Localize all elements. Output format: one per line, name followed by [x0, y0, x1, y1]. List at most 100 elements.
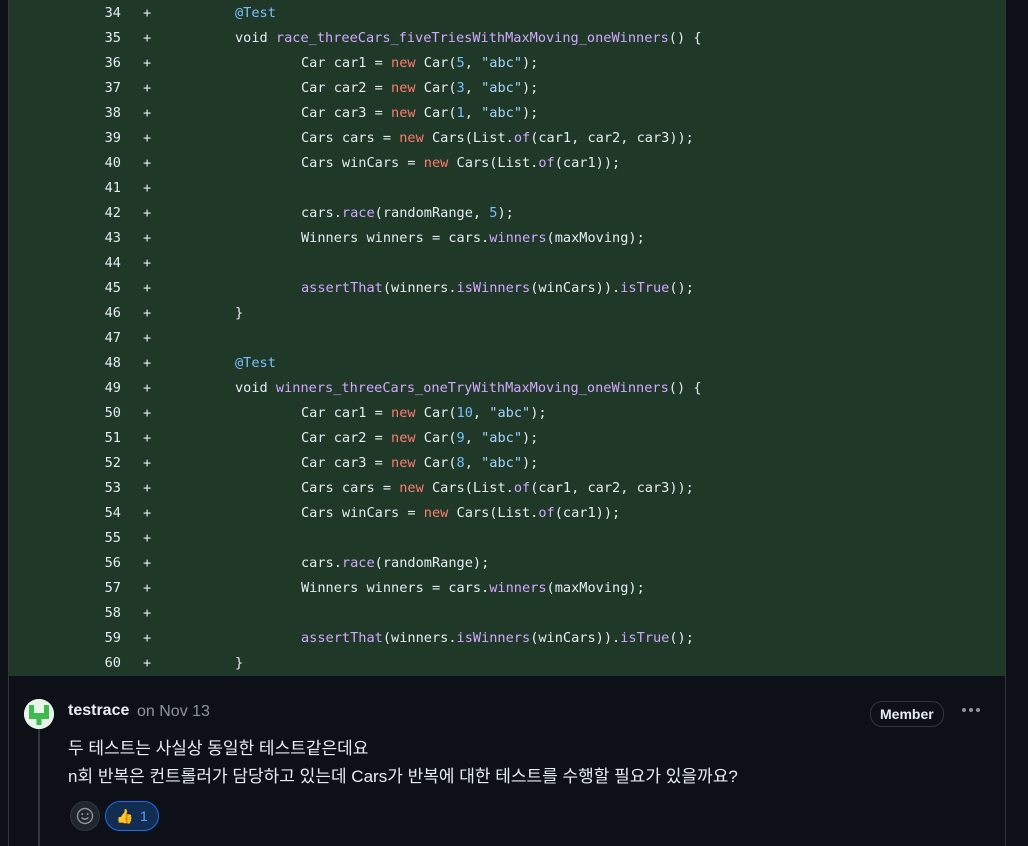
addition-marker: +	[143, 205, 152, 221]
addition-marker: +	[143, 605, 152, 621]
code-token: Car(	[415, 105, 457, 121]
diff-line[interactable]: 52 + Car car3 = new Car(8, "abc");	[9, 451, 1005, 476]
addition-marker: +	[143, 180, 152, 196]
line-number[interactable]: 34	[9, 1, 121, 26]
addition-marker: +	[143, 255, 152, 271]
diff-line[interactable]: 39 + Cars cars = new Cars(List.of(car1, ca…	[9, 126, 1005, 151]
line-number[interactable]: 54	[9, 501, 121, 526]
code-text: @Test	[235, 1, 276, 26]
line-number[interactable]: 39	[9, 126, 121, 151]
diff-line[interactable]: 44 +	[9, 251, 1005, 276]
code-token: new	[391, 105, 416, 121]
code-text: assertThat(winners.isWinners(winCars)).i…	[301, 626, 694, 651]
diff-line[interactable]: 34 + @Test	[9, 1, 1005, 26]
diff-line[interactable]: 45 + assertThat(winners.isWinners(winCars)…	[9, 276, 1005, 301]
diff-line[interactable]: 37 + Car car2 = new Car(3, "abc");	[9, 76, 1005, 101]
review-comment: testrace on Nov 13 Member 두 테스트는 사실상 동일한…	[8, 676, 1006, 846]
addition-marker: +	[143, 580, 152, 596]
code-text: void race_threeCars_fiveTriesWithMaxMovi…	[235, 26, 702, 51]
code-token: Winners winners = cars.	[301, 230, 490, 246]
line-number[interactable]: 42	[9, 201, 121, 226]
diff-line[interactable]: 41 +	[9, 176, 1005, 201]
diff-line[interactable]: 50 + Car car1 = new Car(10, "abc");	[9, 401, 1005, 426]
diff-line[interactable]: 49 + void winners_threeCars_oneTryWithMaxM…	[9, 376, 1005, 401]
diff-line[interactable]: 40 + Cars winCars = new Cars(List.of(car1)…	[9, 151, 1005, 176]
line-number[interactable]: 38	[9, 101, 121, 126]
code-token: ();	[669, 280, 694, 296]
avatar[interactable]	[24, 699, 54, 729]
line-number[interactable]: 43	[9, 226, 121, 251]
addition-marker: +	[143, 430, 152, 446]
diff-line[interactable]: 60 +}	[9, 651, 1005, 676]
code-text: Winners winners = cars.winners(maxMoving…	[301, 226, 645, 251]
addition-marker: +	[143, 305, 152, 321]
code-token: assertThat	[301, 630, 383, 646]
line-number[interactable]: 60	[9, 651, 121, 676]
code-token: new	[391, 80, 416, 96]
addition-marker: +	[143, 505, 152, 521]
diff-line[interactable]: 47 +	[9, 326, 1005, 351]
diff-line[interactable]: 57 + Winners winners = cars.winners(maxMov…	[9, 576, 1005, 601]
line-number[interactable]: 44	[9, 251, 121, 276]
diff-line[interactable]: 42 + cars.race(randomRange, 5);	[9, 201, 1005, 226]
line-number[interactable]: 58	[9, 601, 121, 626]
line-number[interactable]: 52	[9, 451, 121, 476]
code-token: winners_threeCars_oneTryWithMaxMoving_on…	[275, 380, 669, 396]
add-reaction-button[interactable]	[70, 801, 100, 831]
code-token: @Test	[235, 355, 276, 371]
line-number[interactable]: 45	[9, 276, 121, 301]
line-number[interactable]: 37	[9, 76, 121, 101]
code-token: @Test	[235, 5, 276, 21]
line-number[interactable]: 59	[9, 626, 121, 651]
line-number[interactable]: 35	[9, 26, 121, 51]
addition-marker: +	[143, 355, 152, 371]
diff-line[interactable]: 48 + @Test	[9, 351, 1005, 376]
code-token: (winCars)).	[530, 280, 621, 296]
line-number[interactable]: 47	[9, 326, 121, 351]
diff-line[interactable]: 36 + Car car1 = new Car(5, "abc");	[9, 51, 1005, 76]
diff-line[interactable]: 54 + Cars winCars = new Cars(List.of(car1)…	[9, 501, 1005, 526]
line-number[interactable]: 53	[9, 476, 121, 501]
code-text: }	[235, 651, 243, 676]
diff-line[interactable]: 51 + Car car2 = new Car(9, "abc");	[9, 426, 1005, 451]
line-number[interactable]: 55	[9, 526, 121, 551]
code-token: (car1, car2, car3));	[530, 130, 694, 146]
addition-marker: +	[143, 405, 152, 421]
line-number[interactable]: 57	[9, 576, 121, 601]
diff-line[interactable]: 38 + Car car3 = new Car(1, "abc");	[9, 101, 1005, 126]
member-badge: Member	[870, 701, 944, 727]
diff-line[interactable]: 35 + void race_threeCars_fiveTriesWithMaxM…	[9, 26, 1005, 51]
line-number[interactable]: 48	[9, 351, 121, 376]
code-token: isTrue	[620, 280, 670, 296]
comment-author[interactable]: testrace	[68, 702, 129, 720]
diff-line[interactable]: 56 + cars.race(randomRange);	[9, 551, 1005, 576]
line-number[interactable]: 56	[9, 551, 121, 576]
line-number[interactable]: 50	[9, 401, 121, 426]
code-token: Winners winners = cars.	[301, 580, 490, 596]
more-options-icon[interactable]	[959, 698, 983, 726]
line-number[interactable]: 36	[9, 51, 121, 76]
code-text: }	[235, 301, 243, 326]
diff-line[interactable]: 43 + Winners winners = cars.winners(maxMov…	[9, 226, 1005, 251]
addition-marker: +	[143, 155, 152, 171]
diff-line[interactable]: 46 +}	[9, 301, 1005, 326]
line-number[interactable]: 49	[9, 376, 121, 401]
diff-line[interactable]: 55 +	[9, 526, 1005, 551]
code-token: );	[522, 105, 539, 121]
line-number[interactable]: 40	[9, 151, 121, 176]
comment-body-line-1: 두 테스트는 사실상 동일한 테스트같은데요	[68, 739, 369, 758]
code-token: ,	[464, 105, 482, 121]
code-token: cars.	[301, 555, 342, 571]
line-number[interactable]: 41	[9, 176, 121, 201]
line-number[interactable]: 46	[9, 301, 121, 326]
diff-line[interactable]: 58 +	[9, 601, 1005, 626]
code-token: "abc"	[481, 55, 522, 71]
diff-line[interactable]: 59 + assertThat(winners.isWinners(winCars)…	[9, 626, 1005, 651]
code-token: Car(	[415, 405, 457, 421]
line-number[interactable]: 51	[9, 426, 121, 451]
diff-line[interactable]: 53 + Cars cars = new Cars(List.of(car1, ca…	[9, 476, 1005, 501]
comment-date[interactable]: on Nov 13	[137, 703, 210, 721]
thumbs-up-reaction-button[interactable]: 👍 1	[105, 801, 159, 831]
code-text: @Test	[235, 351, 276, 376]
code-token: );	[522, 80, 539, 96]
